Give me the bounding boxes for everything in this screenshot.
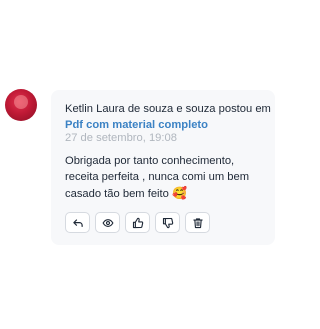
reply-icon <box>72 218 83 227</box>
activity-card: Ketlin Laura de souza e souza postou em … <box>51 90 275 245</box>
action-bar <box>65 212 210 233</box>
thumbs-up-icon <box>132 217 143 228</box>
view-button[interactable] <box>95 212 120 233</box>
smiling-face-with-hearts-emoji: 🥰 <box>171 186 187 200</box>
material-link[interactable]: Pdf com material completo <box>65 119 208 131</box>
dislike-button[interactable] <box>155 212 180 233</box>
eye-icon <box>102 218 113 227</box>
comment-text: Obrigada por tanto conhecimento, receita… <box>65 153 265 202</box>
timestamp: 27 de setembro, 19:08 <box>65 132 177 144</box>
trash-icon <box>192 217 203 228</box>
thumbs-down-icon <box>162 217 173 228</box>
comment-body: Obrigada por tanto conhecimento, receita… <box>65 155 250 200</box>
activity-header: Ketlin Laura de souza e souza postou em … <box>65 101 271 133</box>
reply-button[interactable] <box>65 212 90 233</box>
like-button[interactable] <box>125 212 150 233</box>
delete-button[interactable] <box>185 212 210 233</box>
author-line: Ketlin Laura de souza e souza postou em <box>65 103 271 115</box>
avatar[interactable] <box>5 89 37 121</box>
